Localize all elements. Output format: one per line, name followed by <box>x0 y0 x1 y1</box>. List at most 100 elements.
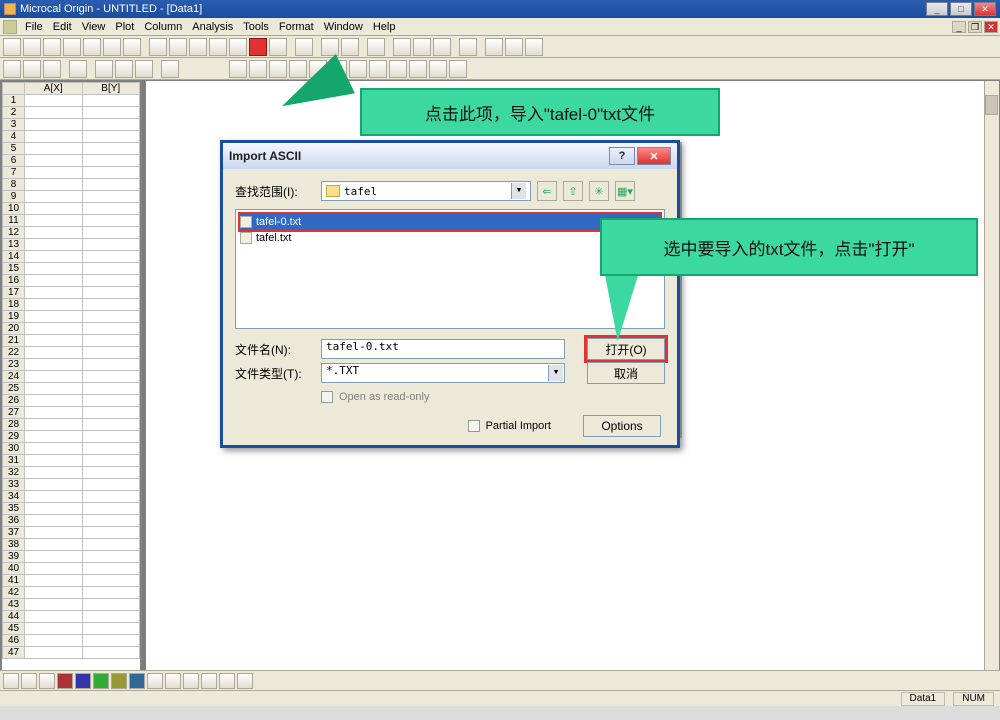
toolbar-icon[interactable] <box>367 38 385 56</box>
row-header[interactable]: 22 <box>3 347 25 359</box>
toolbar-icon[interactable] <box>83 38 101 56</box>
toolbar-icon[interactable] <box>459 38 477 56</box>
menu-edit[interactable]: Edit <box>48 21 77 33</box>
cell[interactable] <box>82 323 140 335</box>
cell[interactable] <box>82 455 140 467</box>
filename-input[interactable]: tafel-0.txt <box>321 339 565 359</box>
row-header[interactable]: 32 <box>3 467 25 479</box>
cell[interactable] <box>82 191 140 203</box>
row-header[interactable]: 37 <box>3 527 25 539</box>
cell[interactable] <box>82 143 140 155</box>
cell[interactable] <box>82 383 140 395</box>
cell[interactable] <box>25 623 83 635</box>
cell[interactable] <box>25 551 83 563</box>
toolbar-icon[interactable] <box>169 38 187 56</box>
graph-tool-icon[interactable] <box>111 673 127 689</box>
cell[interactable] <box>82 119 140 131</box>
cell[interactable] <box>82 275 140 287</box>
cell[interactable] <box>25 215 83 227</box>
back-button[interactable]: ⇐ <box>537 181 557 201</box>
toolbar-icon[interactable] <box>229 38 247 56</box>
cell[interactable] <box>25 251 83 263</box>
minimize-button[interactable]: _ <box>926 2 948 16</box>
vertical-scrollbar[interactable] <box>984 81 999 689</box>
row-header[interactable]: 34 <box>3 491 25 503</box>
row-header[interactable]: 39 <box>3 551 25 563</box>
cancel-button[interactable]: 取消 <box>587 362 665 384</box>
doc-minimize-button[interactable]: _ <box>952 21 966 33</box>
up-folder-button[interactable]: ⇧ <box>563 181 583 201</box>
cell[interactable] <box>82 179 140 191</box>
toolbar-icon[interactable] <box>135 60 153 78</box>
menu-window[interactable]: Window <box>319 21 368 33</box>
cell[interactable] <box>25 191 83 203</box>
cell[interactable] <box>82 371 140 383</box>
worksheet[interactable]: A[X]B[Y] 1234567891011121314151617181920… <box>0 80 142 690</box>
cell[interactable] <box>82 347 140 359</box>
row-header[interactable]: 47 <box>3 647 25 659</box>
toolbar-icon[interactable] <box>209 38 227 56</box>
doc-restore-button[interactable]: ❐ <box>968 21 982 33</box>
view-menu-button[interactable]: ▦▾ <box>615 181 635 201</box>
row-header[interactable]: 9 <box>3 191 25 203</box>
menu-plot[interactable]: Plot <box>110 21 139 33</box>
cell[interactable] <box>25 635 83 647</box>
row-header[interactable]: 21 <box>3 335 25 347</box>
toolbar-icon[interactable] <box>23 60 41 78</box>
toolbar-icon[interactable] <box>3 60 21 78</box>
row-header[interactable]: 36 <box>3 515 25 527</box>
row-header[interactable]: 29 <box>3 431 25 443</box>
new-folder-button[interactable]: ✳ <box>589 181 609 201</box>
row-header[interactable]: 16 <box>3 275 25 287</box>
cell[interactable] <box>25 95 83 107</box>
graph-tool-icon[interactable] <box>201 673 217 689</box>
cell[interactable] <box>82 155 140 167</box>
cell[interactable] <box>82 563 140 575</box>
graph-tool-icon[interactable] <box>57 673 73 689</box>
graph-tool-icon[interactable] <box>183 673 199 689</box>
row-header[interactable]: 4 <box>3 131 25 143</box>
row-header[interactable]: 7 <box>3 167 25 179</box>
row-header[interactable]: 41 <box>3 575 25 587</box>
cell[interactable] <box>25 479 83 491</box>
import-ascii-button[interactable] <box>249 38 267 56</box>
toolbar-icon[interactable] <box>505 38 523 56</box>
cell[interactable] <box>25 455 83 467</box>
menu-tools[interactable]: Tools <box>238 21 274 33</box>
cell[interactable] <box>25 107 83 119</box>
open-button[interactable]: 打开(O) <box>587 338 665 360</box>
cell[interactable] <box>82 407 140 419</box>
cell[interactable] <box>82 239 140 251</box>
cell[interactable] <box>82 575 140 587</box>
cell[interactable] <box>25 419 83 431</box>
cell[interactable] <box>25 323 83 335</box>
cell[interactable] <box>25 287 83 299</box>
cell[interactable] <box>82 491 140 503</box>
cell[interactable] <box>82 287 140 299</box>
row-header[interactable]: 20 <box>3 323 25 335</box>
row-header[interactable]: 30 <box>3 443 25 455</box>
cell[interactable] <box>25 239 83 251</box>
column-header-a[interactable]: A[X] <box>25 83 83 95</box>
row-header[interactable]: 18 <box>3 299 25 311</box>
cell[interactable] <box>82 395 140 407</box>
cell[interactable] <box>25 131 83 143</box>
row-header[interactable]: 2 <box>3 107 25 119</box>
cell[interactable] <box>25 335 83 347</box>
cell[interactable] <box>25 299 83 311</box>
toolbar-icon[interactable] <box>525 38 543 56</box>
cell[interactable] <box>82 635 140 647</box>
toolbar-icon[interactable] <box>69 60 87 78</box>
cell[interactable] <box>25 515 83 527</box>
row-header[interactable]: 40 <box>3 563 25 575</box>
row-header[interactable]: 33 <box>3 479 25 491</box>
doc-close-button[interactable]: ✕ <box>984 21 998 33</box>
toolbar-icon[interactable] <box>189 38 207 56</box>
cell[interactable] <box>82 95 140 107</box>
partial-import-checkbox[interactable] <box>468 420 480 432</box>
cell[interactable] <box>25 587 83 599</box>
column-header-b[interactable]: B[Y] <box>82 83 140 95</box>
row-header[interactable]: 13 <box>3 239 25 251</box>
toolbar-icon[interactable] <box>249 60 267 78</box>
cell[interactable] <box>25 599 83 611</box>
